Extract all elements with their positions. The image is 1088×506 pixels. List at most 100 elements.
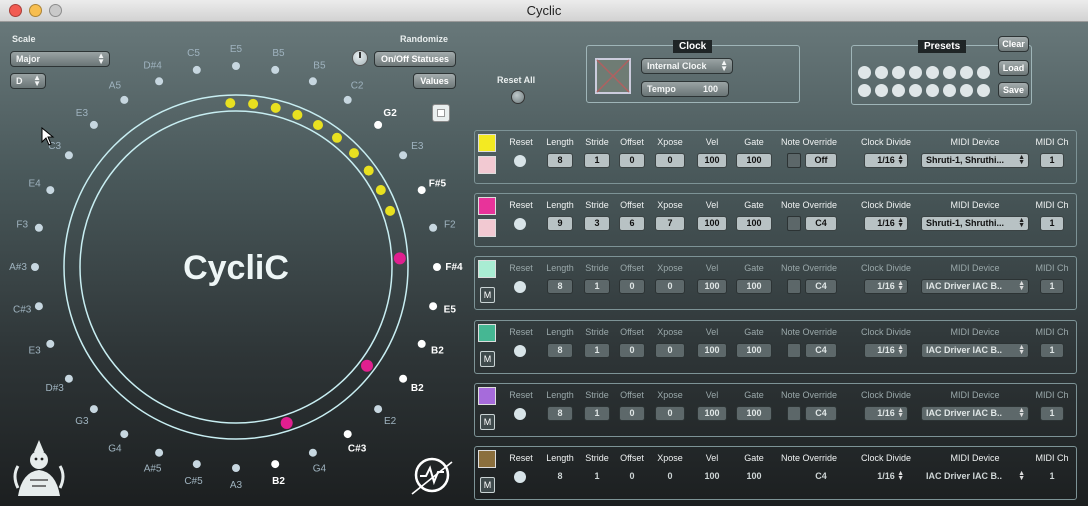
track-color-swatch[interactable] [478, 134, 496, 152]
preset-slot[interactable] [875, 84, 888, 97]
note-override-toggle[interactable] [787, 406, 801, 421]
track-offset-field[interactable]: 0 [619, 343, 645, 358]
note-dot[interactable] [343, 430, 352, 439]
note-dot[interactable] [374, 405, 383, 414]
track-reset-button[interactable] [514, 471, 526, 483]
preset-slot[interactable] [960, 84, 973, 97]
track-channel-field[interactable]: 1 [1040, 216, 1064, 231]
note-dot[interactable] [34, 223, 43, 232]
note-dot[interactable] [271, 460, 280, 469]
track-mute-button[interactable]: M [480, 477, 495, 493]
note-dot[interactable] [417, 339, 426, 348]
track-stride-field[interactable]: 1 [584, 469, 610, 484]
note-dot[interactable] [433, 263, 441, 271]
track-xpose-field[interactable]: 0 [655, 406, 685, 421]
track-reset-button[interactable] [514, 408, 526, 420]
track-xpose-field[interactable]: 7 [655, 216, 685, 231]
track-channel-field[interactable]: 1 [1040, 406, 1064, 421]
track-offset-field[interactable]: 0 [619, 153, 645, 168]
note-dot[interactable] [343, 95, 352, 104]
track-offset-field[interactable]: 0 [619, 406, 645, 421]
preset-slot[interactable] [875, 66, 888, 79]
track-length-field[interactable]: 8 [547, 343, 573, 358]
track-channel-field[interactable]: 1 [1040, 279, 1064, 294]
note-override-toggle[interactable] [787, 469, 801, 484]
note-dot[interactable] [46, 339, 55, 348]
track-device-field[interactable]: IAC Driver IAC B.. ▲ ▼ [921, 279, 1029, 294]
track-reset-button[interactable] [514, 155, 526, 167]
track-vel-field[interactable]: 100 [697, 343, 727, 358]
note-override-toggle[interactable] [787, 343, 801, 358]
note-dot[interactable] [192, 460, 201, 469]
note-dot[interactable] [120, 430, 129, 439]
note-dot[interactable] [232, 464, 240, 472]
preset-slot[interactable] [892, 84, 905, 97]
note-dot[interactable] [308, 448, 317, 457]
track-divide-field[interactable]: 1/16 ▲ ▼ [864, 153, 908, 168]
track-xpose-field[interactable]: 0 [655, 343, 685, 358]
track-mute-button[interactable]: M [480, 414, 495, 430]
track-color-swatch[interactable] [478, 324, 496, 342]
preset-slot[interactable] [960, 66, 973, 79]
track-divide-field[interactable]: 1/16 ▲ ▼ [864, 343, 908, 358]
track-vel-field[interactable]: 100 [697, 279, 727, 294]
track-divide-field[interactable]: 1/16 ▲ ▼ [864, 406, 908, 421]
track-device-field[interactable]: IAC Driver IAC B.. ▲ ▼ [921, 343, 1029, 358]
track-mute-button[interactable]: M [480, 287, 495, 303]
track-color-swatch[interactable] [478, 387, 496, 405]
track-offset-field[interactable]: 6 [619, 216, 645, 231]
note-dot[interactable] [374, 120, 383, 129]
track-stride-field[interactable]: 3 [584, 216, 610, 231]
note-dot[interactable] [64, 374, 73, 383]
note-dot[interactable] [192, 65, 201, 74]
track-color-swatch[interactable] [478, 450, 496, 468]
track-length-field[interactable]: 8 [547, 279, 573, 294]
track-stride-field[interactable]: 1 [584, 406, 610, 421]
presets-load-button[interactable]: Load [998, 60, 1029, 76]
track-gate-field[interactable]: 100 [736, 343, 772, 358]
track-divide-field[interactable]: 1/16 ▲ ▼ [864, 469, 908, 484]
track-length-field[interactable]: 8 [547, 153, 573, 168]
track-color-swatch[interactable] [478, 260, 496, 278]
track-gate-field[interactable]: 100 [736, 406, 772, 421]
note-override-toggle[interactable] [787, 153, 801, 168]
note-dot[interactable] [46, 186, 55, 195]
preset-slot[interactable] [909, 84, 922, 97]
note-dot[interactable] [64, 151, 73, 160]
track-xpose-field[interactable]: 0 [655, 279, 685, 294]
preset-slot[interactable] [926, 84, 939, 97]
track-channel-field[interactable]: 1 [1040, 153, 1064, 168]
track-length-field[interactable]: 8 [547, 469, 573, 484]
track-length-field[interactable]: 8 [547, 406, 573, 421]
track-stride-field[interactable]: 1 [584, 343, 610, 358]
note-override-toggle[interactable] [787, 216, 801, 231]
track-vel-field[interactable]: 100 [697, 469, 727, 484]
track-reset-button[interactable] [514, 281, 526, 293]
preset-slot[interactable] [977, 66, 990, 79]
note-dot[interactable] [155, 448, 164, 457]
track-color-swatch[interactable] [478, 197, 496, 215]
reset-all-button[interactable] [511, 90, 525, 104]
track-stride-field[interactable]: 1 [584, 279, 610, 294]
track-note-field[interactable]: C4 [805, 279, 837, 294]
preset-slot[interactable] [892, 66, 905, 79]
note-dot[interactable] [89, 120, 98, 129]
note-dot[interactable] [308, 77, 317, 86]
track-offset-field[interactable]: 0 [619, 279, 645, 294]
note-dot[interactable] [155, 77, 164, 86]
preset-slot[interactable] [926, 66, 939, 79]
note-dot[interactable] [89, 405, 98, 414]
preset-slot[interactable] [943, 84, 956, 97]
track-mute-button[interactable]: M [480, 351, 495, 367]
presets-clear-button[interactable]: Clear [998, 36, 1029, 52]
track-xpose-field[interactable]: 0 [655, 469, 685, 484]
preset-slot[interactable] [977, 84, 990, 97]
track-secondary-swatch[interactable] [478, 156, 496, 174]
note-override-toggle[interactable] [787, 279, 801, 294]
preset-slot[interactable] [943, 66, 956, 79]
note-dot[interactable] [31, 263, 39, 271]
track-gate-field[interactable]: 100 [736, 279, 772, 294]
note-dot[interactable] [429, 302, 438, 311]
track-device-field[interactable]: Shruti-1, Shruthi... ▲ ▼ [921, 153, 1029, 168]
note-dot[interactable] [417, 186, 426, 195]
